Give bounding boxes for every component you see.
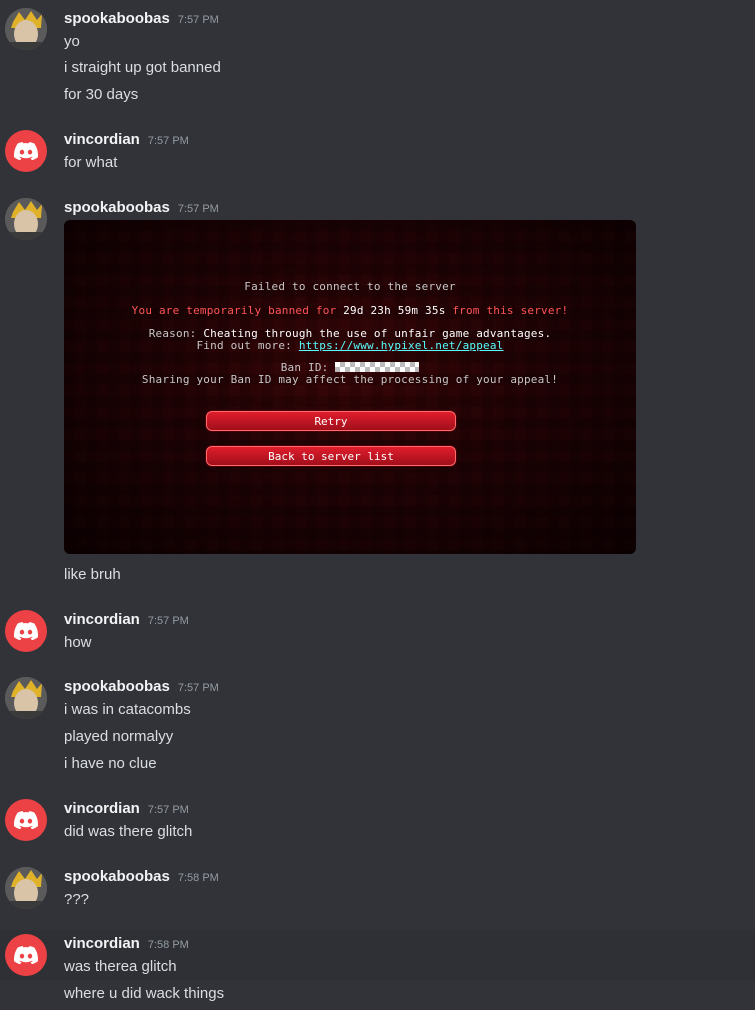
retry-button[interactable]: Retry <box>206 411 456 431</box>
message-text: for 30 days <box>64 86 139 103</box>
back-to-server-list-button[interactable]: Back to server list <box>206 446 456 466</box>
findout-label: Find out more: <box>196 339 299 352</box>
username[interactable]: spookaboobas <box>64 678 170 695</box>
user-avatar[interactable] <box>5 198 47 240</box>
user-avatar[interactable] <box>5 677 47 719</box>
message-text: played normalyy <box>64 728 174 745</box>
appeal-link[interactable]: https://www.hypixel.net/appeal <box>299 339 504 352</box>
timestamp: 7:58 PM <box>177 872 219 884</box>
ban-warning: Sharing your Ban ID may affect the proce… <box>141 373 559 386</box>
ban-suffix: from this server! <box>445 304 569 317</box>
discord-avatar-icon[interactable] <box>5 934 47 976</box>
ban-message: You are temporarily banned for 29d 23h 5… <box>64 304 636 317</box>
message-text: did was there glitch <box>64 823 193 840</box>
username[interactable]: spookaboobas <box>64 199 170 216</box>
username[interactable]: spookaboobas <box>64 10 170 27</box>
message-text: ??? <box>64 891 90 908</box>
username[interactable]: vincordian <box>64 935 140 952</box>
message-text: i have no clue <box>64 755 157 772</box>
discord-avatar-icon[interactable] <box>5 130 47 172</box>
message-text: like bruh <box>64 566 121 583</box>
message-text: where u did wack things <box>64 985 225 1002</box>
message-text: for what <box>64 154 118 171</box>
message-text: i straight up got banned <box>64 59 221 76</box>
message-text: how <box>64 634 92 651</box>
timestamp: 7:58 PM <box>147 939 189 951</box>
discord-avatar-icon[interactable] <box>5 799 47 841</box>
user-avatar[interactable] <box>5 867 47 909</box>
find-out-more: Find out more: https://www.hypixel.net/a… <box>64 339 636 352</box>
ban-duration: 29d 23h 59m 35s <box>343 304 446 317</box>
message-text: was therea glitch <box>64 958 177 975</box>
timestamp: 7:57 PM <box>147 615 189 627</box>
username[interactable]: vincordian <box>64 611 140 628</box>
username[interactable]: vincordian <box>64 800 140 817</box>
screenshot-attachment[interactable]: Failed to connect to the server You are … <box>64 220 636 554</box>
username[interactable]: vincordian <box>64 131 140 148</box>
chat-log: spookaboobas 7:57 PM yo i straight up go… <box>0 0 755 1010</box>
ban-id-redacted <box>335 362 420 372</box>
message-text: yo <box>64 33 80 50</box>
timestamp: 7:57 PM <box>177 14 219 26</box>
ban-prefix: You are temporarily banned for <box>131 304 344 317</box>
embed-title: Failed to connect to the server <box>244 280 456 293</box>
discord-avatar-icon[interactable] <box>5 610 47 652</box>
user-avatar[interactable] <box>5 8 47 50</box>
timestamp: 7:57 PM <box>147 804 189 816</box>
timestamp: 7:57 PM <box>177 682 219 694</box>
timestamp: 7:57 PM <box>177 203 219 215</box>
username[interactable]: spookaboobas <box>64 868 170 885</box>
timestamp: 7:57 PM <box>147 135 189 147</box>
message-text: i was in catacombs <box>64 701 191 718</box>
